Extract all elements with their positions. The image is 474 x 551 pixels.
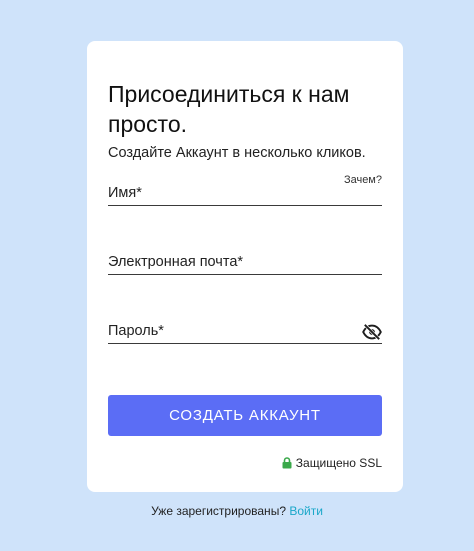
page-title: Присоединиться к нам просто. (108, 81, 350, 137)
page-subtitle: Создайте Аккаунт в несколько кликов. (108, 145, 366, 161)
name-label: Имя* (108, 185, 142, 201)
login-question: Уже зарегистрированы? (151, 504, 286, 518)
login-prompt: Уже зарегистрированы? Войти (0, 504, 474, 518)
name-field[interactable]: Имя* Зачем? (108, 174, 382, 206)
login-link[interactable]: Войти (289, 504, 323, 518)
lock-icon (282, 457, 292, 469)
ssl-badge: Защищено SSL (282, 456, 382, 470)
email-label: Электронная почта* (108, 254, 244, 270)
email-field[interactable]: Электронная почта* (108, 249, 382, 275)
eye-slash-icon[interactable] (362, 324, 382, 340)
password-field[interactable]: Пароль* (108, 318, 382, 344)
password-label: Пароль* (108, 323, 164, 339)
create-account-button[interactable]: СОЗДАТЬ АККАУНТ (108, 395, 382, 436)
ssl-label: Защищено SSL (295, 456, 382, 470)
why-hint-link[interactable]: Зачем? (344, 174, 382, 186)
signup-card: Присоединиться к нам просто. Создайте Ак… (87, 41, 403, 492)
